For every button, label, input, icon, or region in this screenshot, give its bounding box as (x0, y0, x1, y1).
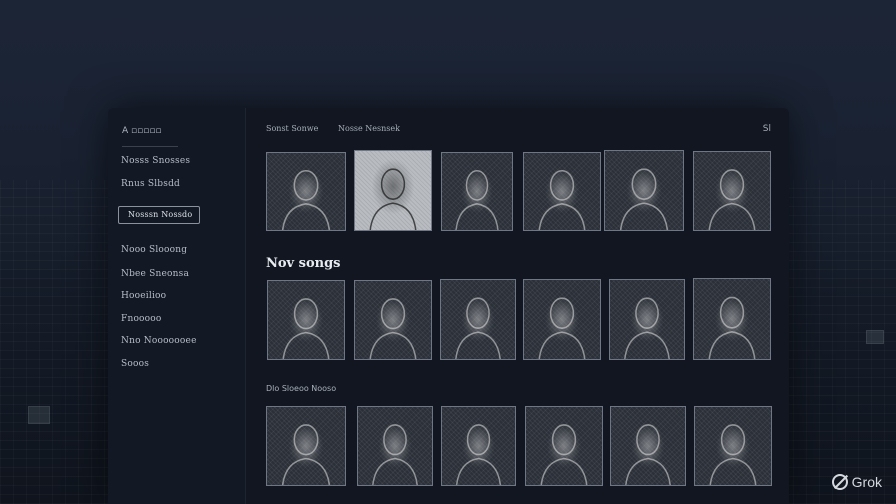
portrait-head (293, 424, 319, 456)
portrait-art (281, 424, 331, 485)
sidebar-item[interactable]: Nno Nooooooee (121, 336, 197, 346)
portrait-shoulders (282, 331, 330, 359)
portrait-shoulders (540, 457, 588, 485)
main-content: Sonst Sonwe Nosse Nesnsek Sl Nov songs D… (246, 108, 789, 504)
portrait-head (466, 424, 491, 456)
corner-label[interactable]: Sl (763, 124, 771, 134)
portrait-art (709, 424, 757, 485)
portrait-shoulders (455, 331, 501, 359)
app-window: A ▫▫▫▫▫ Nosss Snosses Rnus Slbsdd Nosssn… (108, 108, 789, 504)
portrait-art (624, 297, 670, 359)
portrait-head (293, 169, 319, 201)
portrait-art (540, 424, 588, 485)
portrait-head (549, 169, 575, 201)
portrait-shoulders (625, 457, 671, 485)
portrait-art (455, 297, 501, 359)
sidebar-item[interactable]: Fnooooo (121, 314, 162, 324)
portrait-head (719, 169, 745, 201)
album-tile[interactable] (693, 151, 771, 231)
portrait-head (465, 169, 489, 201)
song-tile[interactable] (525, 406, 603, 486)
portrait-shoulders (281, 457, 331, 485)
song-tile[interactable] (357, 406, 433, 486)
song-tile[interactable] (354, 280, 432, 360)
sidebar-item[interactable]: Nosss Snosses (121, 156, 190, 166)
album-tile[interactable] (354, 150, 432, 231)
grok-watermark: Grok (831, 474, 882, 490)
sidebar-item[interactable]: Nooo Slooong (121, 245, 187, 255)
sidebar-item[interactable]: Nbee Sneonsa (121, 269, 189, 279)
sidebar-item[interactable]: Rnus Slbsdd (121, 179, 180, 189)
portrait-shoulders (538, 331, 586, 359)
portrait-head (551, 424, 577, 456)
section-title-third: Dlo Sloeoo Nooso (266, 384, 337, 393)
song-tile[interactable] (523, 279, 601, 360)
portrait-art (538, 169, 586, 230)
portrait-head (720, 424, 746, 456)
portrait-shoulders (709, 457, 757, 485)
song-tile[interactable] (266, 406, 346, 486)
sidebar: A ▫▫▫▫▫ Nosss Snosses Rnus Slbsdd Nosssn… (108, 108, 246, 504)
portrait-shoulders (708, 202, 756, 230)
sidebar-item[interactable]: Sooos (121, 359, 149, 369)
portrait-shoulders (372, 457, 418, 485)
portrait-head (549, 297, 575, 329)
portrait-art (455, 169, 499, 230)
song-tile[interactable] (440, 279, 516, 360)
portrait-head (383, 424, 407, 456)
song-tile[interactable] (609, 279, 685, 360)
album-tile[interactable] (441, 152, 513, 231)
portrait-art (708, 296, 756, 359)
portrait-head (631, 168, 657, 200)
sidebar-item-active[interactable]: Nosssn Nossdo (118, 206, 200, 224)
portrait-head (293, 298, 319, 330)
portrait-head (380, 298, 406, 330)
album-tile[interactable] (266, 152, 346, 231)
portrait-shoulders (455, 203, 499, 230)
background-block (28, 406, 50, 424)
background-block (866, 330, 884, 344)
portrait-art (372, 424, 418, 485)
portrait-shoulders (455, 457, 502, 485)
portrait-art (455, 424, 502, 485)
sidebar-title: A ▫▫▫▫▫ (122, 126, 178, 147)
portrait-shoulders (708, 330, 756, 359)
portrait-art (619, 168, 669, 230)
portrait-art (625, 424, 671, 485)
portrait-head (466, 297, 490, 329)
tab[interactable]: Nosse Nesnsek (338, 124, 400, 133)
song-tile[interactable] (441, 406, 516, 486)
portrait-head (380, 168, 406, 200)
section-title-new-songs: Nov songs (266, 256, 341, 271)
song-tile[interactable] (693, 278, 771, 360)
song-tile[interactable] (694, 406, 772, 486)
portrait-head (636, 424, 660, 456)
portrait-shoulders (619, 202, 669, 230)
portrait-shoulders (281, 203, 331, 230)
portrait-head (719, 296, 745, 329)
portrait-shoulders (624, 331, 670, 359)
portrait-art (281, 169, 331, 230)
portrait-shoulders (369, 202, 417, 230)
portrait-head (635, 297, 659, 329)
portrait-shoulders (538, 203, 586, 230)
portrait-art (282, 298, 330, 359)
album-tile[interactable] (523, 152, 601, 231)
portrait-art (538, 297, 586, 359)
grok-logo-icon (831, 474, 848, 490)
portrait-shoulders (369, 331, 417, 359)
portrait-art (708, 169, 756, 230)
song-tile[interactable] (267, 280, 345, 360)
watermark-text: Grok (851, 474, 882, 490)
album-tile[interactable] (604, 150, 684, 231)
portrait-art (369, 298, 417, 359)
portrait-art (369, 168, 417, 230)
tab[interactable]: Sonst Sonwe (266, 124, 318, 133)
sidebar-item[interactable]: Hooeilioo (121, 291, 166, 301)
song-tile[interactable] (610, 406, 686, 486)
